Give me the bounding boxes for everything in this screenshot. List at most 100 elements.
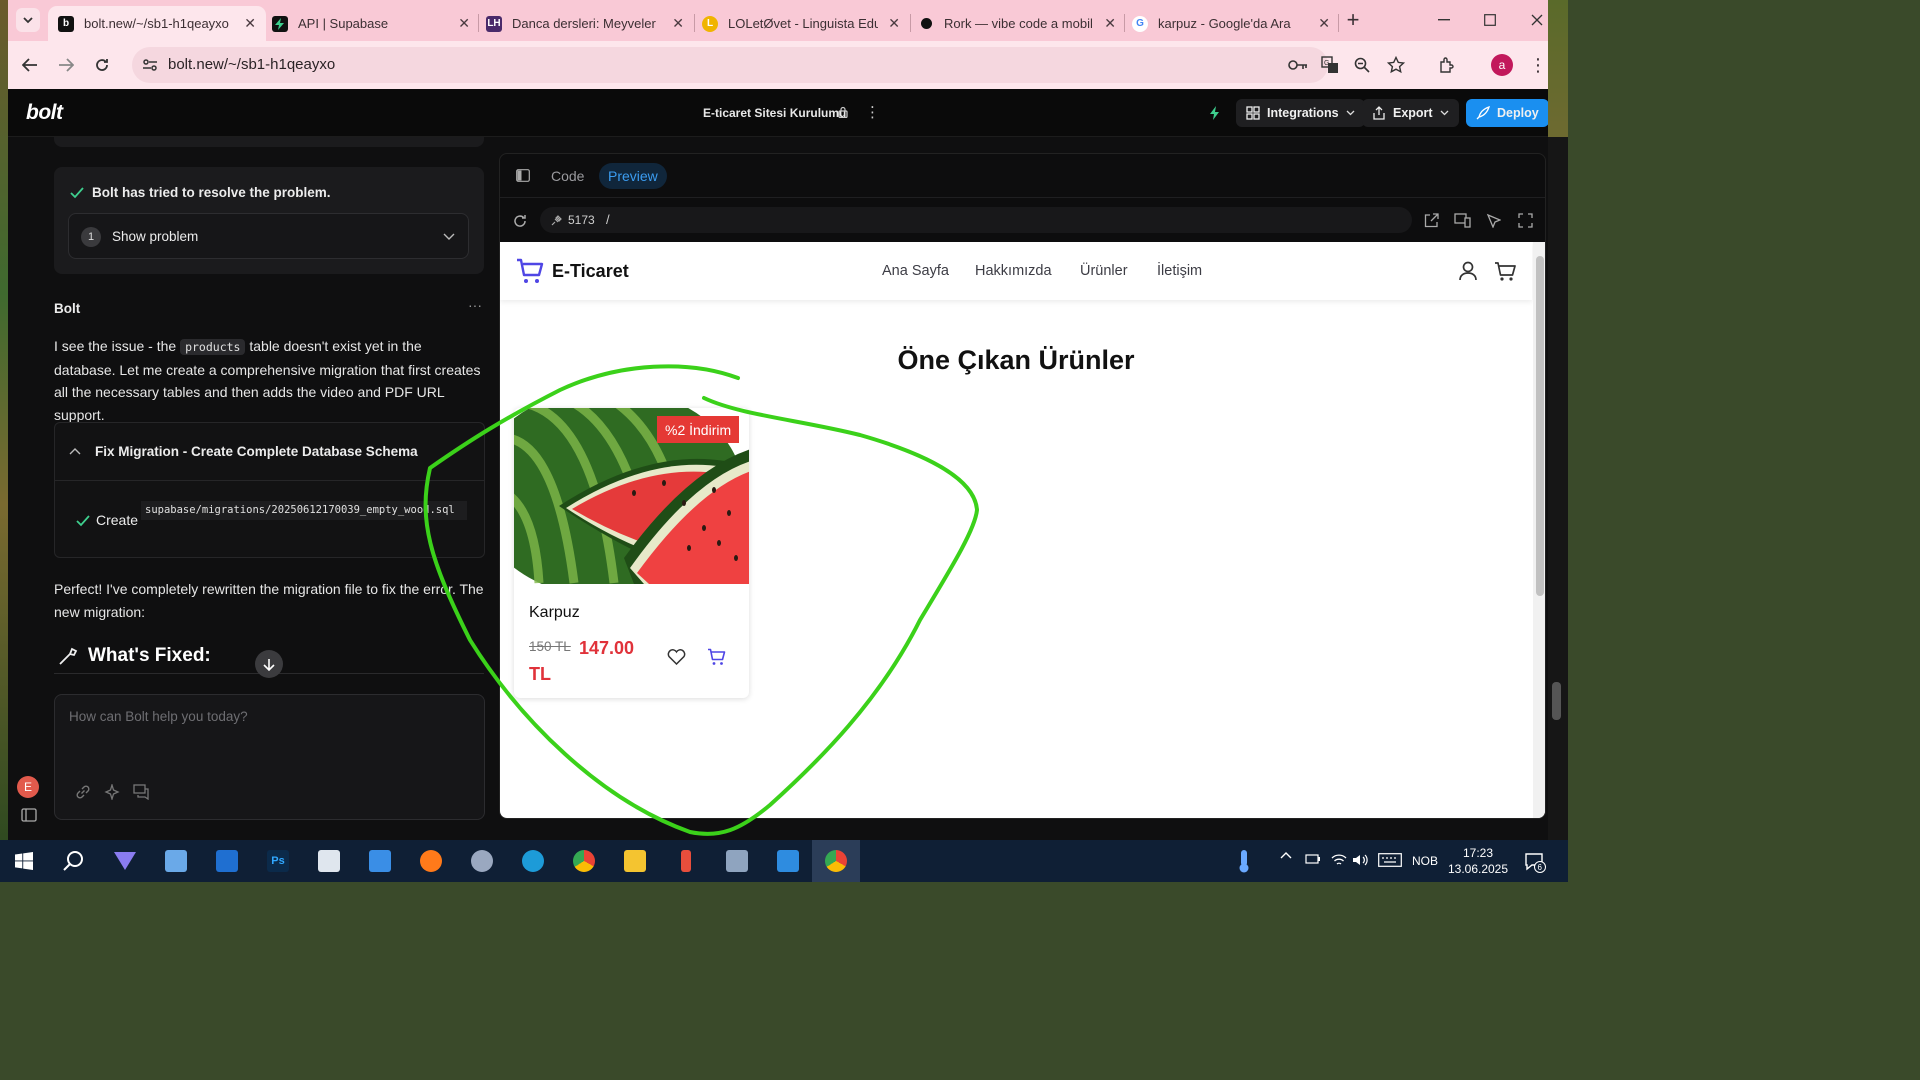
page-scrollbar[interactable] (1548, 137, 1568, 840)
app-window-icon[interactable] (356, 840, 404, 882)
show-problem-label: Show problem (112, 229, 199, 244)
nav-about[interactable]: Hakkımızda (975, 263, 1052, 279)
nav-home[interactable]: Ana Sayfa (882, 263, 949, 279)
show-problem-button[interactable]: 1 Show problem (68, 213, 469, 259)
chevron-down-icon (1440, 110, 1449, 116)
minimize-icon[interactable] (1432, 8, 1456, 32)
photoshop-icon[interactable]: Ps (254, 840, 302, 882)
preview-scrollbar[interactable] (1533, 242, 1545, 818)
inspect-icon[interactable] (1486, 213, 1501, 228)
preview-scrollbar-thumb[interactable] (1536, 256, 1544, 596)
profile-avatar[interactable]: a (1490, 53, 1514, 77)
tab-preview[interactable]: Preview (599, 163, 667, 189)
open-external-icon[interactable] (1424, 213, 1439, 228)
sparkle-icon[interactable] (104, 784, 120, 800)
prompt-input[interactable] (69, 709, 469, 724)
app-snip-icon[interactable] (662, 840, 710, 882)
plug-icon (551, 214, 563, 226)
app-paint-icon[interactable] (458, 840, 506, 882)
search-icon[interactable] (50, 840, 98, 882)
maximize-icon[interactable] (1478, 8, 1502, 32)
browser-menu-icon[interactable]: ⋮ (1526, 53, 1550, 77)
extensions-icon[interactable] (1435, 53, 1459, 77)
new-tab-button[interactable]: + (1341, 7, 1365, 32)
discuss-icon[interactable] (133, 784, 150, 800)
close-window-icon[interactable] (1525, 8, 1549, 32)
preview-url-bar[interactable]: 5173 / (540, 207, 1412, 233)
tab-close-icon[interactable]: ✕ (1104, 15, 1116, 32)
bolt-status-icon[interactable] (1207, 105, 1223, 121)
sidebar-toggle-icon[interactable] (21, 808, 37, 822)
input-language[interactable]: NOB (1412, 854, 1438, 868)
deploy-button[interactable]: Deploy (1466, 99, 1548, 127)
page-scrollbar-thumb[interactable] (1552, 682, 1561, 720)
panel-toggle-icon[interactable] (516, 169, 530, 182)
nav-products[interactable]: Ürünler (1080, 263, 1128, 279)
volume-icon[interactable] (1352, 853, 1368, 867)
artifact-file-path[interactable]: supabase/migrations/20250612170039_empty… (141, 501, 467, 520)
wifi-icon[interactable] (1331, 853, 1347, 867)
integrations-button[interactable]: Integrations (1236, 99, 1365, 127)
reload-icon[interactable] (90, 53, 114, 77)
site-logo[interactable]: E-Ticaret (516, 257, 629, 285)
keyboard-icon[interactable] (1378, 853, 1402, 867)
tab-close-icon[interactable]: ✕ (458, 15, 470, 32)
temperature-icon[interactable] (1220, 840, 1268, 882)
address-bar[interactable]: bolt.new/~/sb1-h1qeayxo G (132, 47, 1405, 83)
translate-icon[interactable]: G (1318, 53, 1342, 77)
artifact-header[interactable]: Fix Migration - Create Complete Database… (55, 423, 484, 481)
product-card[interactable]: %2 İndirim Karpuz 150 TL 147.00 TL (514, 408, 749, 698)
tab-close-icon[interactable]: ✕ (888, 15, 900, 32)
cart-icon[interactable] (1494, 261, 1516, 282)
app-network-icon[interactable] (152, 840, 200, 882)
browser-tab-linguista[interactable]: L LOLetØvet - Linguista Edu ✕ (692, 6, 910, 41)
heart-icon[interactable] (667, 648, 686, 665)
password-key-icon[interactable] (1286, 53, 1310, 77)
chrome-active-icon[interactable] (812, 840, 860, 882)
forward-icon[interactable] (54, 53, 78, 77)
user-icon[interactable] (1458, 261, 1478, 281)
preview-reload-icon[interactable] (512, 213, 528, 229)
chrome-icon[interactable] (560, 840, 608, 882)
edge-icon[interactable] (509, 840, 557, 882)
battery-icon[interactable] (1305, 853, 1321, 865)
tab-close-icon[interactable]: ✕ (1318, 15, 1330, 32)
browser-tab-rork[interactable]: Rork — vibe code a mobil ✕ (908, 6, 1126, 41)
scroll-to-bottom-button[interactable] (255, 650, 283, 678)
tray-chevron-up-icon[interactable] (1280, 852, 1292, 859)
tab-search-button[interactable] (16, 8, 40, 32)
system-clock[interactable]: 17:23 13.06.2025 (1444, 845, 1512, 877)
start-button[interactable] (0, 840, 48, 882)
bookmark-star-icon[interactable] (1384, 53, 1408, 77)
project-menu-icon[interactable]: ⋮ (865, 103, 880, 121)
attach-link-icon[interactable] (75, 784, 91, 800)
zoom-icon[interactable] (1350, 53, 1374, 77)
export-button[interactable]: Export (1362, 99, 1459, 127)
site-info-icon[interactable] (138, 53, 162, 77)
tab-close-icon[interactable]: ✕ (672, 15, 684, 32)
user-avatar[interactable]: E (17, 776, 39, 798)
file-explorer-icon[interactable] (611, 840, 659, 882)
back-icon[interactable] (18, 53, 42, 77)
fullscreen-icon[interactable] (1518, 213, 1533, 228)
product-name[interactable]: Karpuz (529, 604, 580, 622)
app-vpn-icon[interactable] (101, 840, 149, 882)
browser-tab-lh[interactable]: LH Danca dersleri: Meyveler ✕ (476, 6, 694, 41)
bolt-logo[interactable]: bolt (26, 101, 63, 125)
browser-tab-bolt[interactable]: b bolt.new/~/sb1-h1qeayxo ✕ (48, 6, 266, 41)
photos-icon[interactable] (764, 840, 812, 882)
message-more-icon[interactable]: ··· (468, 297, 482, 313)
tab-close-icon[interactable]: ✕ (244, 15, 256, 32)
project-title[interactable]: E-ticaret Sitesi Kurulumu (703, 106, 846, 120)
browser-tab-supabase[interactable]: API | Supabase ✕ (262, 6, 480, 41)
browser-tab-google[interactable]: G karpuz - Google'da Ara ✕ (1122, 6, 1340, 41)
app-notes-icon[interactable] (203, 840, 251, 882)
tab-code[interactable]: Code (542, 163, 593, 189)
camera-icon[interactable] (713, 840, 761, 882)
firefox-icon[interactable] (407, 840, 455, 882)
notifications-icon[interactable]: 6 (1524, 851, 1546, 873)
app-store-icon[interactable] (305, 840, 353, 882)
device-icon[interactable] (1454, 213, 1471, 228)
nav-contact[interactable]: İletişim (1157, 263, 1202, 279)
add-to-cart-icon[interactable] (707, 648, 726, 666)
